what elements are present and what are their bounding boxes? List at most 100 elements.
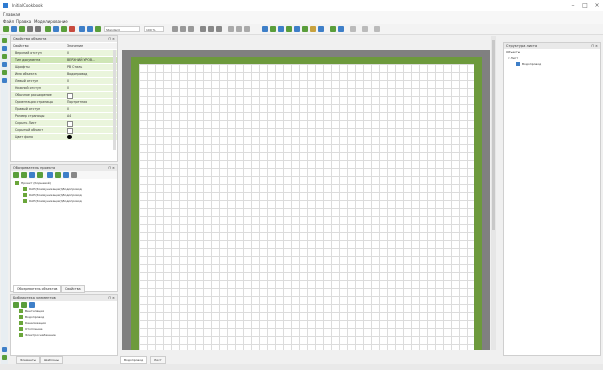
maximize-button[interactable]: □ xyxy=(580,2,590,9)
library-item[interactable]: Электроснабжение xyxy=(19,333,56,338)
property-value[interactable]: A4 xyxy=(67,113,71,119)
property-row[interactable]: Ориентация страницы Портретная xyxy=(11,99,117,105)
pointer-tool-icon[interactable] xyxy=(2,38,7,43)
hand-tool-icon[interactable] xyxy=(2,46,7,51)
library-item[interactable]: Канализация xyxy=(19,321,46,326)
menu-home[interactable]: Главная xyxy=(3,12,20,17)
tree-root[interactable]: Проект (Корневой) xyxy=(15,181,51,186)
meter-tool-icon[interactable] xyxy=(286,26,292,32)
property-value[interactable]: 0 xyxy=(67,85,69,91)
zoom-combo[interactable]: 100 % xyxy=(144,26,164,32)
open-icon[interactable] xyxy=(11,26,17,32)
library-add-icon[interactable] xyxy=(13,302,19,308)
property-row[interactable]: Шрифты PB Стиль xyxy=(11,64,117,70)
pipe-tool-icon[interactable] xyxy=(262,26,268,32)
scrollbar-thumb[interactable] xyxy=(492,40,495,230)
grid-icon[interactable] xyxy=(338,26,344,32)
zoom-out-icon[interactable] xyxy=(87,26,93,32)
property-row[interactable]: Тип документа ВЕРХНИЙ УРОВ... xyxy=(11,57,117,63)
new-icon[interactable] xyxy=(3,26,9,32)
align-left-icon[interactable] xyxy=(172,26,178,32)
help-icon[interactable] xyxy=(374,26,380,32)
paste-icon[interactable] xyxy=(61,26,67,32)
tree-item[interactable]: КАП(Коммуникации)\Водопровод xyxy=(23,193,82,198)
tab-document-sheet[interactable]: Лист xyxy=(150,356,166,364)
property-value[interactable]: 0 xyxy=(67,50,69,56)
tank-tool-icon[interactable] xyxy=(294,26,300,32)
fitting-tool-icon[interactable] xyxy=(318,26,324,32)
library-item[interactable]: Отопление xyxy=(19,327,42,332)
hydrant-tool-icon[interactable] xyxy=(310,26,316,32)
cut-icon[interactable] xyxy=(45,26,51,32)
property-value[interactable]: ВЕРХНИЙ УРОВ... xyxy=(67,57,95,63)
library-folder-icon[interactable] xyxy=(29,302,35,308)
snap-icon[interactable] xyxy=(350,26,356,32)
tab-elements[interactable]: Элементы xyxy=(16,356,41,364)
undo-icon[interactable] xyxy=(27,26,33,32)
color-swatch[interactable] xyxy=(67,135,72,139)
bottom-tool-2-icon[interactable] xyxy=(2,355,7,360)
property-value[interactable]: Портретная xyxy=(67,99,87,105)
library-item[interactable]: Вентиляция xyxy=(19,309,44,314)
shape-tool-icon[interactable] xyxy=(2,70,7,75)
layer-icon[interactable] xyxy=(330,26,336,32)
pump-tool-icon[interactable] xyxy=(278,26,284,32)
structure-root[interactable]: ▿ Лист xyxy=(508,56,518,61)
property-value[interactable]: 0 xyxy=(67,106,69,112)
line-icon[interactable] xyxy=(228,26,234,32)
properties-scrollbar[interactable] xyxy=(113,50,116,150)
property-value[interactable]: Водопровод xyxy=(67,71,87,77)
property-row[interactable]: Верхний отступ 0 xyxy=(11,50,117,56)
tree-item[interactable]: КАП(Коммуникации)\Водопровод xyxy=(23,199,82,204)
copy-icon[interactable] xyxy=(53,26,59,32)
draw-tool-icon[interactable] xyxy=(2,54,7,59)
filter-icon[interactable] xyxy=(71,172,77,178)
library-edit-icon[interactable] xyxy=(21,302,27,308)
property-row[interactable]: Правый отступ 0 xyxy=(11,106,117,112)
bold-icon[interactable] xyxy=(200,26,206,32)
node-tool-icon[interactable] xyxy=(302,26,308,32)
connector-icon[interactable] xyxy=(244,26,250,32)
save-icon[interactable] xyxy=(19,26,25,32)
style-combo[interactable]: Standard xyxy=(104,26,140,32)
italic-icon[interactable] xyxy=(208,26,214,32)
import-icon[interactable] xyxy=(63,172,69,178)
bottom-tool-icon[interactable] xyxy=(2,347,7,352)
folder-icon[interactable] xyxy=(47,172,53,178)
refresh-icon[interactable] xyxy=(29,172,35,178)
export-icon[interactable] xyxy=(55,172,61,178)
property-value[interactable]: PB Стиль xyxy=(67,64,82,70)
drawing-grid[interactable] xyxy=(139,64,474,350)
fit-icon[interactable] xyxy=(95,26,101,32)
property-row[interactable]: Нижний отступ 0 xyxy=(11,85,117,91)
edit-icon[interactable] xyxy=(37,172,43,178)
property-row[interactable]: Цвет фона xyxy=(11,134,117,140)
library-item[interactable]: Водопровод xyxy=(19,315,44,320)
arrow-icon[interactable] xyxy=(236,26,242,32)
property-row[interactable]: Скрыть Лист xyxy=(11,120,117,127)
add-icon[interactable] xyxy=(13,172,19,178)
align-center-icon[interactable] xyxy=(180,26,186,32)
property-row[interactable]: Скрытый объект xyxy=(11,127,117,134)
tab-document-water[interactable]: Водопровод xyxy=(120,356,148,364)
valve-tool-icon[interactable] xyxy=(270,26,276,32)
measure-tool-icon[interactable] xyxy=(2,78,7,83)
underline-icon[interactable] xyxy=(216,26,222,32)
align-right-icon[interactable] xyxy=(188,26,194,32)
property-row[interactable]: Левый отступ 0 xyxy=(11,78,117,84)
minimize-button[interactable]: – xyxy=(568,2,578,9)
tab-object-browser[interactable]: Обозреватель объектов xyxy=(13,285,62,293)
property-row[interactable]: Обычное расширение xyxy=(11,92,117,99)
print-icon[interactable] xyxy=(362,26,368,32)
redo-icon[interactable] xyxy=(35,26,41,32)
tab-templates[interactable]: Шаблоны xyxy=(40,356,63,364)
text-tool-icon[interactable] xyxy=(2,62,7,67)
tree-item[interactable]: КАП(Коммуникации)\Водопровод xyxy=(23,187,82,192)
remove-icon[interactable] xyxy=(21,172,27,178)
property-row[interactable]: Имя объекта Водопровод xyxy=(11,71,117,77)
tab-properties[interactable]: Свойства xyxy=(61,285,85,293)
structure-child[interactable]: Водопровод xyxy=(516,62,541,67)
property-row[interactable]: Размер страницы A4 xyxy=(11,113,117,119)
close-button[interactable]: × xyxy=(592,2,602,9)
delete-icon[interactable] xyxy=(69,26,75,32)
